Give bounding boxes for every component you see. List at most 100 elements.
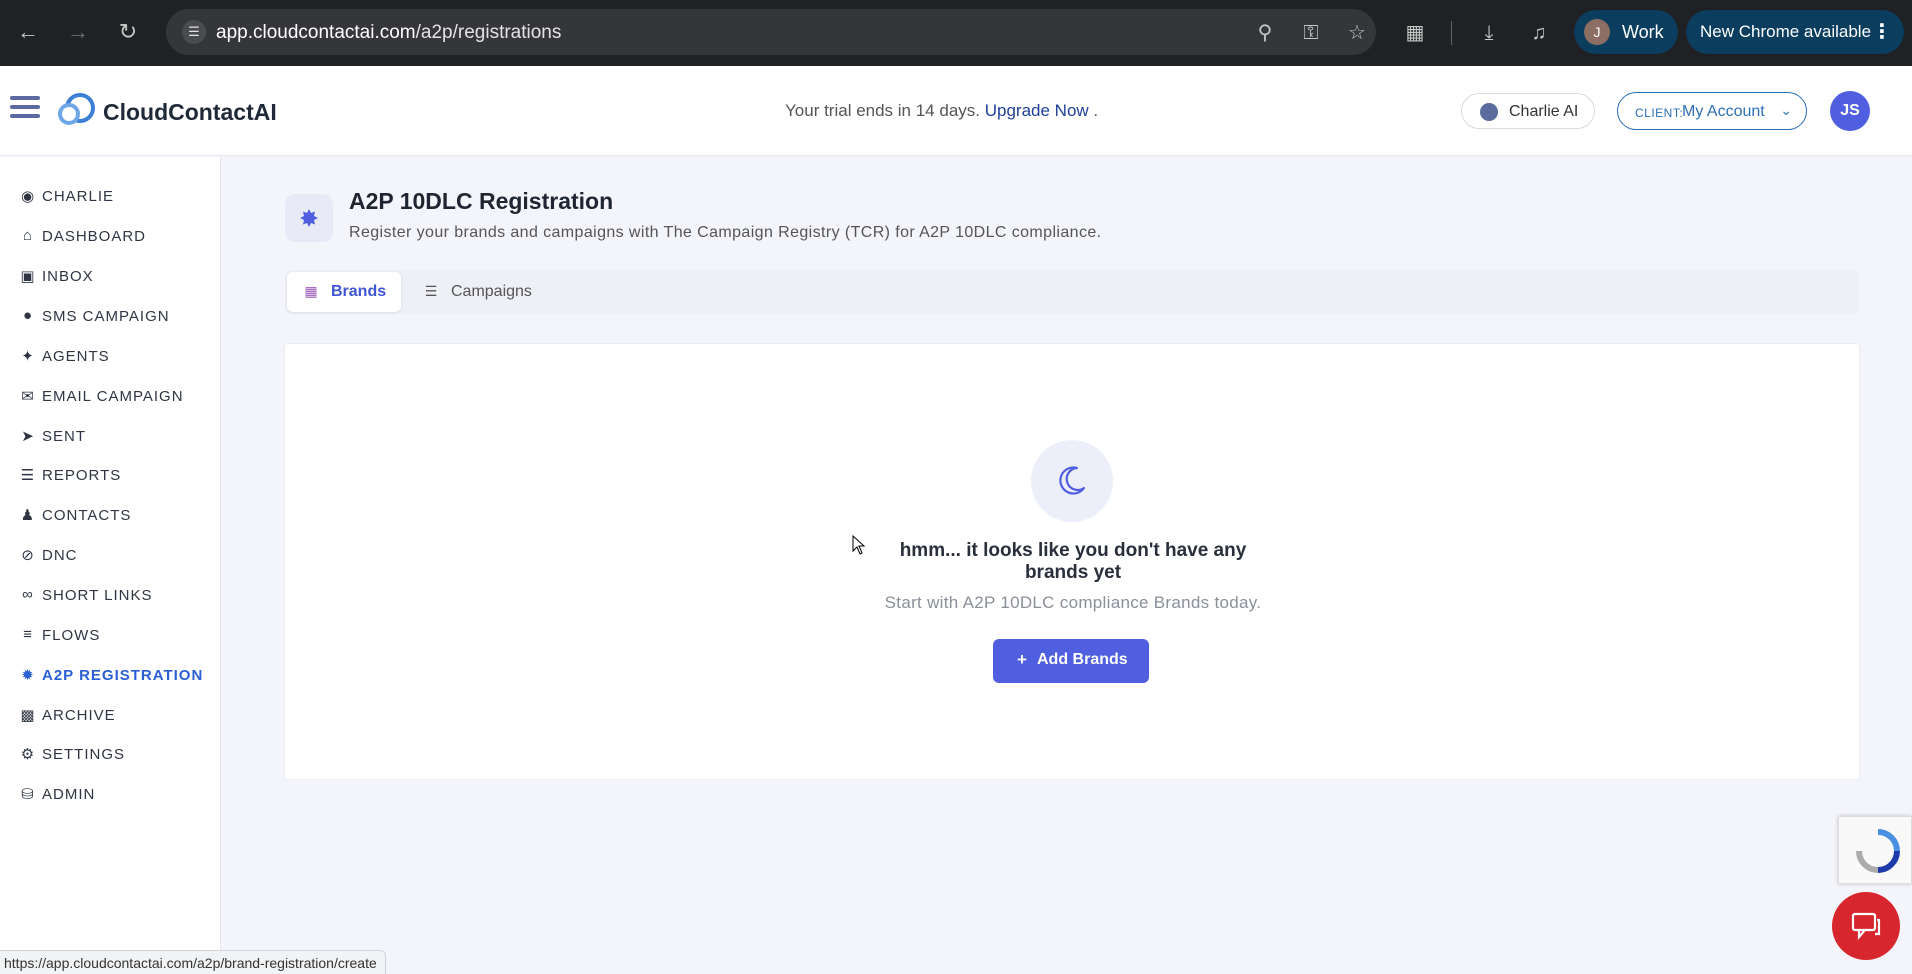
address-bar[interactable]: ☰ app.cloudcontactai.com/a2p/registratio… xyxy=(166,9,1376,55)
sidebar-item-settings[interactable]: ⚙ SETTINGS xyxy=(18,739,218,769)
sidebar-item-label: SETTINGS xyxy=(42,746,126,763)
user-icon: ♟ xyxy=(20,507,36,524)
page-header-icon xyxy=(285,194,333,242)
empty-state-card: hmm... it looks like you don't have any … xyxy=(284,343,1860,780)
sidebar-item-label: A2P REGISTRATION xyxy=(42,667,204,684)
sidebar-item-label: FLOWS xyxy=(42,627,101,644)
wand-icon: ✦ xyxy=(21,348,35,365)
zoom-icon[interactable]: ⚲ xyxy=(1252,20,1278,46)
sidebar-item-label: SHORT LINKS xyxy=(42,587,153,604)
trial-notice: Your trial ends in 14 days. Upgrade Now … xyxy=(785,101,1098,121)
sidebar-item-label: AGENTS xyxy=(42,348,110,365)
media-control-icon[interactable]: ♫ xyxy=(1524,18,1554,48)
key-icon[interactable]: ⚿ xyxy=(1298,20,1324,46)
building-icon: ▦ xyxy=(304,283,318,299)
profile-label: Work xyxy=(1622,22,1664,42)
sidebar-item-label: CHARLIE xyxy=(42,188,115,205)
client-selector[interactable]: CLIENT: My Account ⌄ xyxy=(1617,92,1807,130)
chat-icon xyxy=(1851,912,1881,940)
recaptcha-icon xyxy=(1856,829,1900,873)
page-subtitle: Register your brands and campaigns with … xyxy=(349,224,1102,241)
sidebar-item-label: DASHBOARD xyxy=(42,228,147,245)
trial-text: Your trial ends in 14 days. xyxy=(785,101,980,120)
badge-icon xyxy=(300,209,318,227)
home-icon: ⌂ xyxy=(22,227,34,244)
sidebar-item-a2p-registration[interactable]: ✹ A2P REGISTRATION xyxy=(18,660,218,690)
upgrade-link[interactable]: Upgrade Now xyxy=(985,101,1089,120)
ban-icon: ⊘ xyxy=(21,547,35,564)
client-prefix: CLIENT: xyxy=(1635,106,1684,120)
sliders-icon: ≡ xyxy=(23,626,33,643)
app-logo-text[interactable]: CloudContactAI xyxy=(103,99,277,126)
gear-icon: ⚙ xyxy=(20,746,36,763)
kebab-menu-icon[interactable]: ⋮ xyxy=(1872,19,1892,44)
sidebar-item-email-campaign[interactable]: ✉ EMAIL CAMPAIGN xyxy=(18,381,218,411)
sidebar-item-charlie[interactable]: ◉ CHARLIE xyxy=(18,181,218,211)
sidebar-item-archive[interactable]: ▩ ARCHIVE xyxy=(18,700,218,730)
sidebar: ◉ CHARLIE ⌂ DASHBOARD ▣ INBOX ● SMS CAMPAIGN… xyxy=(0,157,221,974)
plus-icon: + xyxy=(1017,650,1027,669)
chrome-update-button[interactable]: New Chrome available ⋮ xyxy=(1686,10,1904,54)
app-header: CloudContactAI Your trial ends in 14 day… xyxy=(0,66,1912,156)
trial-suffix: . xyxy=(1093,101,1099,120)
empty-state-subtitle: Start with A2P 10DLC compliance Brands t… xyxy=(884,593,1262,612)
list-icon: ☰ xyxy=(424,283,438,299)
mouse-cursor-icon xyxy=(852,535,866,555)
sidebar-item-contacts[interactable]: ♟ CONTACTS xyxy=(18,500,218,530)
tab-label: Brands xyxy=(331,283,387,300)
sidebar-item-flows[interactable]: ≡ FLOWS xyxy=(18,620,218,650)
link-icon: ∞ xyxy=(22,586,34,603)
client-value: My Account xyxy=(1682,103,1765,120)
sidebar-item-label: ARCHIVE xyxy=(42,707,116,724)
tab-label: Campaigns xyxy=(451,283,532,300)
tab-brands[interactable]: ▦ Brands xyxy=(287,272,401,312)
sidebar-item-label: DNC xyxy=(42,547,78,564)
sidebar-item-label: ADMIN xyxy=(42,786,96,803)
site-settings-icon[interactable]: ☰ xyxy=(182,20,206,44)
archive-icon: ▩ xyxy=(20,707,36,724)
profile-avatar: J xyxy=(1584,19,1610,45)
sidebar-item-reports[interactable]: ☰ REPORTS xyxy=(18,460,218,490)
sidebar-item-dashboard[interactable]: ⌂ DASHBOARD xyxy=(18,221,218,251)
list-icon: ☰ xyxy=(20,467,36,484)
recaptcha-badge[interactable] xyxy=(1838,816,1912,884)
url-text[interactable]: app.cloudcontactai.com/a2p/registrations xyxy=(216,22,561,44)
browser-toolbar: ← → ↻ ☰ app.cloudcontactai.com/a2p/regis… xyxy=(0,0,1912,66)
sidebar-item-sent[interactable]: ➤ SENT xyxy=(18,421,218,451)
moon-icon xyxy=(1059,466,1086,495)
sidebar-item-agents[interactable]: ✦ AGENTS xyxy=(18,341,218,371)
star-icon[interactable]: ☆ xyxy=(1344,20,1370,46)
link-hover-status: https://app.cloudcontactai.com/a2p/brand… xyxy=(0,950,386,974)
robot-icon xyxy=(1480,103,1498,121)
toolbar-divider xyxy=(1451,21,1452,45)
empty-state-title: hmm... it looks like you don't have any … xyxy=(899,540,1247,583)
reload-icon[interactable]: ↻ xyxy=(114,18,142,46)
sidebar-item-label: REPORTS xyxy=(42,467,122,484)
add-brands-button[interactable]: + Add Brands xyxy=(993,639,1149,683)
tab-campaigns[interactable]: ☰ Campaigns xyxy=(407,272,537,312)
sidebar-item-sms-campaign[interactable]: ● SMS CAMPAIGN xyxy=(18,301,218,331)
forward-arrow-icon[interactable]: → xyxy=(64,18,92,46)
page-title: A2P 10DLC Registration xyxy=(349,188,614,214)
download-icon[interactable]: ⤓ xyxy=(1474,18,1504,48)
back-arrow-icon[interactable]: ← xyxy=(14,18,42,46)
hamburger-menu-icon[interactable] xyxy=(10,96,40,122)
update-label: New Chrome available xyxy=(1700,22,1872,41)
cloud-logo-icon xyxy=(58,93,95,125)
empty-state-illustration xyxy=(1031,440,1113,522)
extensions-icon[interactable]: ▦ xyxy=(1400,18,1430,48)
paper-plane-icon: ➤ xyxy=(21,428,35,445)
sidebar-item-label: SMS CAMPAIGN xyxy=(42,308,170,325)
charlie-ai-button[interactable]: Charlie AI xyxy=(1461,93,1595,129)
sidebar-item-label: CONTACTS xyxy=(42,507,132,524)
user-avatar[interactable]: JS xyxy=(1830,91,1870,131)
chevron-down-icon: ⌄ xyxy=(1780,102,1792,118)
sidebar-item-inbox[interactable]: ▣ INBOX xyxy=(18,261,218,291)
profile-button[interactable]: J Work xyxy=(1574,10,1678,54)
chat-widget-button[interactable] xyxy=(1832,892,1900,960)
sidebar-item-label: SENT xyxy=(42,428,87,445)
sidebar-item-short-links[interactable]: ∞ SHORT LINKS xyxy=(18,580,218,610)
sidebar-item-admin[interactable]: ⛁ ADMIN xyxy=(18,779,218,809)
inbox-icon: ▣ xyxy=(20,268,36,285)
sidebar-item-dnc[interactable]: ⊘ DNC xyxy=(18,540,218,570)
